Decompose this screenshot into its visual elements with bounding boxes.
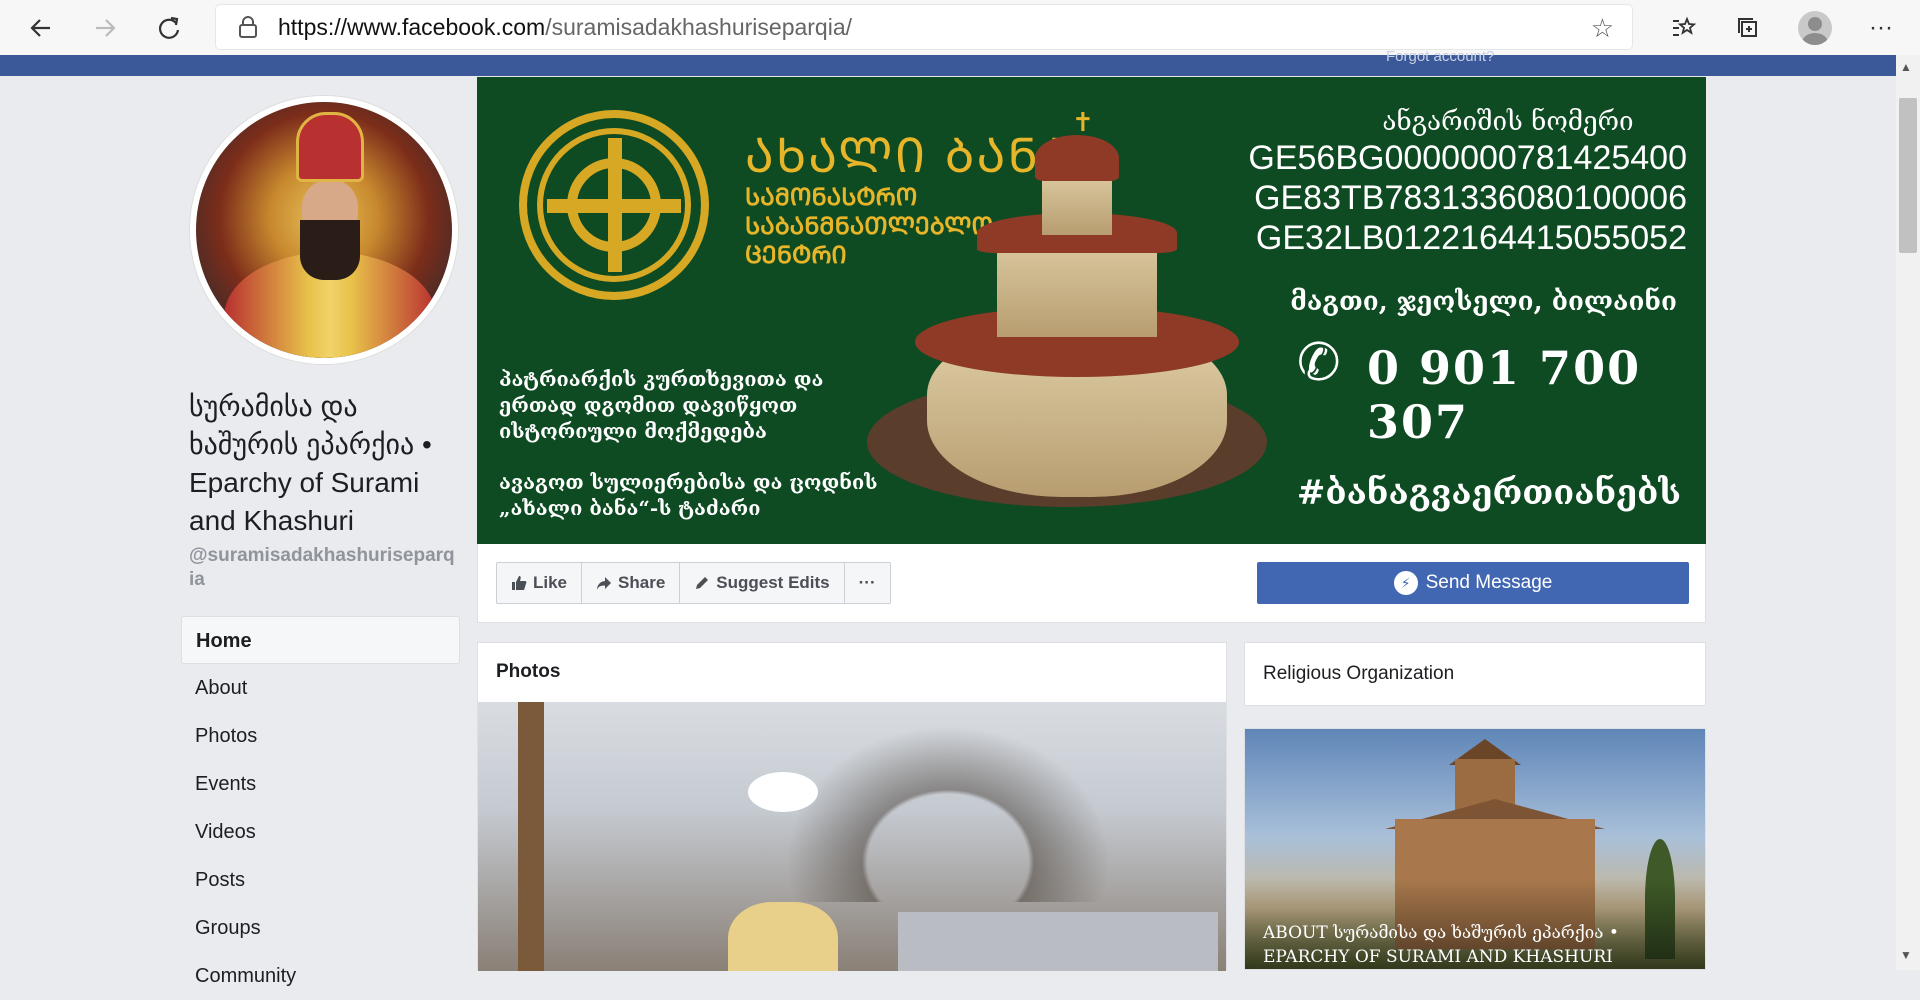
profile-beard <box>300 220 360 280</box>
carriers-text: მაგთი, ჯეოსელი, ბილაინი <box>1290 287 1677 317</box>
account-number: GE32LB0122164415055052 <box>1255 219 1687 257</box>
blessing-text-2: ავაგოთ სულიერებისა და ცოდნის „ახალი ბანა… <box>499 470 878 520</box>
photo-pole <box>518 702 544 971</box>
scroll-down-arrow-icon[interactable]: ▼ <box>1900 948 1912 962</box>
like-label: Like <box>533 573 568 592</box>
account-number: GE83TB7831336080100006 <box>1254 179 1687 217</box>
about-caption: ABOUT სურამისა და ხაშურის ეპარქია • EPAR… <box>1263 923 1619 967</box>
send-message-label: Send Message <box>1425 572 1553 593</box>
more-menu-icon[interactable]: ··· <box>1848 14 1914 42</box>
share-label: Share <box>618 573 666 592</box>
photos-card: Photos <box>477 642 1227 971</box>
favorites-list-icon[interactable] <box>1650 16 1716 40</box>
favorite-star-icon[interactable]: ☆ <box>1591 13 1614 44</box>
photo-dove <box>748 772 818 812</box>
more-options-button[interactable]: ··· <box>845 563 890 603</box>
more-options-label: ··· <box>858 573 876 592</box>
action-button-group: Like Share Suggest Edits ··· <box>496 562 891 604</box>
nav-item-groups[interactable]: Groups <box>181 904 460 952</box>
url-host: https://www.facebook.com <box>278 13 546 40</box>
photos-title[interactable]: Photos <box>496 661 560 683</box>
suggest-edits-label: Suggest Edits <box>716 573 830 592</box>
share-arrow-icon <box>597 577 612 590</box>
nav-item-home[interactable]: Home <box>181 616 460 664</box>
page-title: სურამისა და ხაშურის ეპარქია • Eparchy of… <box>189 391 432 536</box>
browser-right-tools: ··· <box>1650 0 1914 55</box>
like-button[interactable]: Like <box>497 563 583 603</box>
nav-item-videos[interactable]: Videos <box>181 808 460 856</box>
nav-item-posts[interactable]: Posts <box>181 856 460 904</box>
photo-tree <box>758 702 1138 902</box>
cross-icon: ✝ <box>1072 107 1094 137</box>
nav-item-community[interactable]: Community <box>181 952 460 1000</box>
left-navigation: Home About Photos Events Videos Posts Gr… <box>181 616 460 1000</box>
brand-title: ᲐᲮᲐᲚᲘ ᲑᲐᲜᲐ <box>745 128 1071 184</box>
nav-item-photos[interactable]: Photos <box>181 712 460 760</box>
facebook-header-strip <box>0 55 1896 76</box>
church-dome <box>1035 135 1119 181</box>
photo-thumbnail[interactable] <box>478 702 1226 971</box>
back-icon[interactable] <box>18 5 64 51</box>
scrollbar-thumb[interactable] <box>1899 98 1917 253</box>
phone-number: 0 901 700 307 <box>1367 341 1642 449</box>
forward-icon[interactable] <box>82 5 128 51</box>
blessing-text: პატრიარქის კურთხევითა და ერთად დგომით და… <box>499 367 824 443</box>
account-label: ანგარიშის ნომერი <box>1382 107 1634 137</box>
photo-bishop <box>728 902 838 971</box>
nav-item-events[interactable]: Events <box>181 760 460 808</box>
forgot-account-link[interactable]: Forgot account? <box>1386 48 1494 65</box>
photo-wall <box>898 912 1218 971</box>
page-handle[interactable]: @suramisadakhashuriseparqia <box>189 544 459 592</box>
brand-subtitle: ᲡᲐᲛᲝᲜᲐᲡᲢᲠᲝ ᲡᲐᲑᲐᲜᲛᲜᲐᲗᲚᲔᲑᲚᲝ ᲪᲔᲜᲢᲠᲘ <box>745 184 994 269</box>
category-card: Religious Organization <box>1244 642 1706 706</box>
pencil-icon <box>696 577 709 589</box>
scroll-up-arrow-icon[interactable]: ▲ <box>1900 60 1912 74</box>
phone-icon: ✆ <box>1297 334 1341 392</box>
address-bar[interactable]: https://www.facebook.com/suramisadakhash… <box>216 5 1632 49</box>
emblem-cross-vertical <box>608 138 622 272</box>
share-button[interactable]: Share <box>582 563 681 603</box>
profile-picture[interactable] <box>190 96 458 364</box>
account-number: GE56BG0000000781425400 <box>1248 139 1687 177</box>
messenger-icon: ⚡ <box>1393 571 1418 595</box>
cover-photo[interactable]: ᲐᲮᲐᲚᲘ ᲑᲐᲜᲐ ᲡᲐᲛᲝᲜᲐᲡᲢᲠᲝ ᲡᲐᲑᲐᲜᲛᲜᲐᲗᲚᲔᲑᲚᲝ ᲪᲔᲜ… <box>477 77 1706 544</box>
refresh-icon[interactable] <box>146 5 192 51</box>
lock-icon[interactable] <box>236 15 260 39</box>
user-icon <box>1798 10 1832 45</box>
url-path: /suramisadakhashuriseparqia/ <box>545 13 853 40</box>
category-label[interactable]: Religious Organization <box>1263 663 1454 685</box>
send-message-button[interactable]: ⚡ Send Message <box>1257 562 1689 604</box>
collections-icon[interactable] <box>1716 16 1782 40</box>
thumbs-up-icon <box>512 576 527 590</box>
nav-item-about[interactable]: About <box>181 664 460 712</box>
hashtag-text: #ბანაგვაერთიანებს <box>1296 473 1681 513</box>
profile-mitre <box>296 112 364 182</box>
about-card[interactable]: ABOUT სურამისა და ხაშურის ეპარქია • EPAR… <box>1244 728 1706 970</box>
page-action-bar: Like Share Suggest Edits ··· ⚡ Send Mess… <box>477 544 1706 623</box>
profile-avatar[interactable] <box>1782 10 1848 45</box>
url-text[interactable]: https://www.facebook.com/suramisadakhash… <box>278 14 852 41</box>
emblem-logo <box>519 110 709 300</box>
suggest-edits-button[interactable]: Suggest Edits <box>680 563 845 603</box>
